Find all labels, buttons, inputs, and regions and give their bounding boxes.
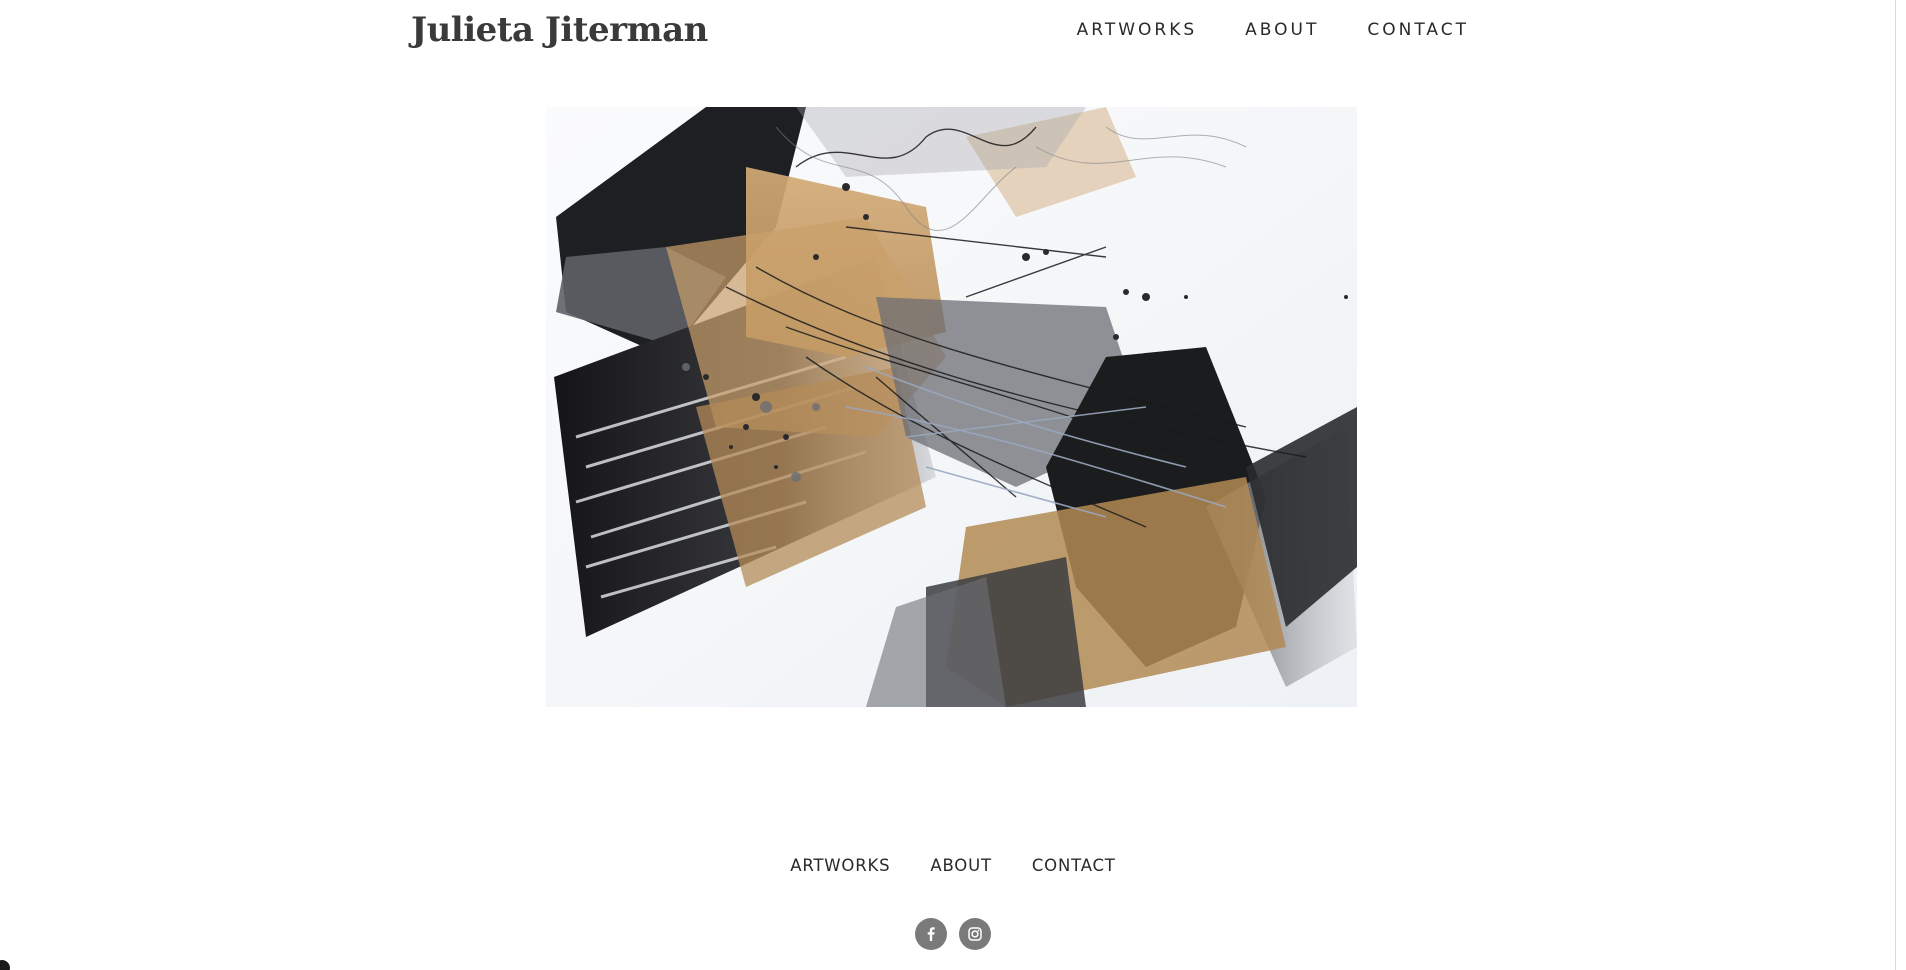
footer-about-link[interactable]: ABOUT <box>930 856 991 875</box>
social-links <box>0 918 1906 950</box>
footer-artworks-link[interactable]: ARTWORKS <box>790 856 890 875</box>
artwork-image[interactable] <box>546 107 1357 707</box>
page-scrollbar[interactable] <box>1895 0 1906 970</box>
top-nav: ARTWORKS ABOUT CONTACT <box>1077 20 1469 40</box>
site-header: Julieta Jiterman ARTWORKS ABOUT CONTACT <box>411 0 1469 64</box>
footer-contact-link[interactable]: CONTACT <box>1032 856 1116 875</box>
nav-contact-link[interactable]: CONTACT <box>1367 20 1469 40</box>
site-title[interactable]: Julieta Jiterman <box>411 10 708 50</box>
window-corner <box>0 960 10 970</box>
page-viewport: Julieta Jiterman ARTWORKS ABOUT CONTACT <box>0 0 1906 970</box>
abstract-painting <box>546 107 1357 707</box>
facebook-button[interactable] <box>915 918 947 950</box>
footer-nav: ARTWORKS ABOUT CONTACT <box>0 856 1906 875</box>
instagram-button[interactable] <box>959 918 991 950</box>
nav-artworks-link[interactable]: ARTWORKS <box>1077 20 1198 40</box>
facebook-icon <box>927 927 935 941</box>
instagram-icon <box>968 927 982 941</box>
nav-about-link[interactable]: ABOUT <box>1245 20 1319 40</box>
